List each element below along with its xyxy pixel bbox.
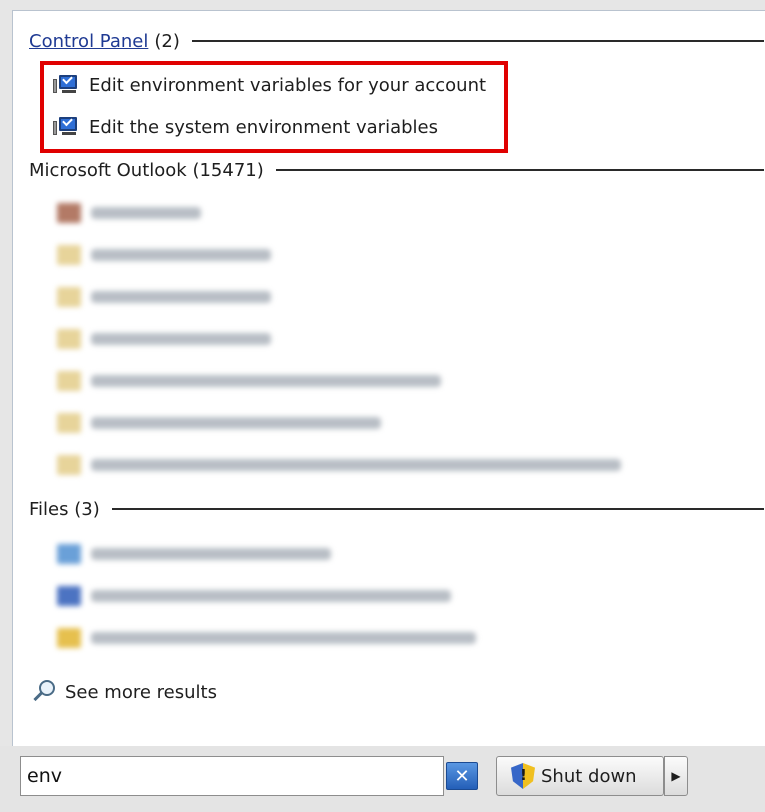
see-more-results-link[interactable]: See more results [31,675,217,709]
list-item[interactable] [57,283,271,311]
clear-search-button[interactable]: ✕ [446,762,478,790]
triangle-right-icon: ▶ [671,769,681,783]
group-header-files: Files (3) [29,497,764,521]
uac-shield-icon: ! [511,763,535,789]
magnifier-icon [31,678,59,706]
control-panel-link[interactable]: Control Panel [29,31,148,52]
list-item[interactable] [57,624,476,652]
group-header-control-panel: Control Panel (2) [29,29,764,53]
list-item[interactable] [57,241,271,269]
group-header-outlook: Microsoft Outlook (15471) [29,158,764,182]
list-item[interactable] [57,451,621,479]
shutdown-label: Shut down [541,765,637,787]
close-icon: ✕ [454,765,470,787]
search-input[interactable] [20,756,444,796]
list-item[interactable] [57,540,331,568]
group-divider [111,508,764,510]
start-menu-bottom-bar: ✕ ! Shut down ▶ [0,746,765,812]
search-results-pane: Control Panel (2) Edit environment varia… [12,10,765,746]
list-item[interactable] [57,199,201,227]
outlook-header-label[interactable]: Microsoft Outlook (15471) [29,160,264,181]
shutdown-options-button[interactable]: ▶ [664,756,688,796]
shutdown-button[interactable]: ! Shut down [496,756,664,796]
highlight-box [40,61,508,153]
files-header-label[interactable]: Files (3) [29,499,100,520]
group-divider [191,40,764,42]
list-item[interactable] [57,582,451,610]
list-item[interactable] [57,367,441,395]
start-menu: Control Panel (2) Edit environment varia… [0,0,765,812]
list-item[interactable] [57,409,381,437]
list-item[interactable] [57,325,271,353]
see-more-label: See more results [65,681,217,703]
control-panel-count: (2) [154,30,180,52]
group-divider [275,169,764,171]
